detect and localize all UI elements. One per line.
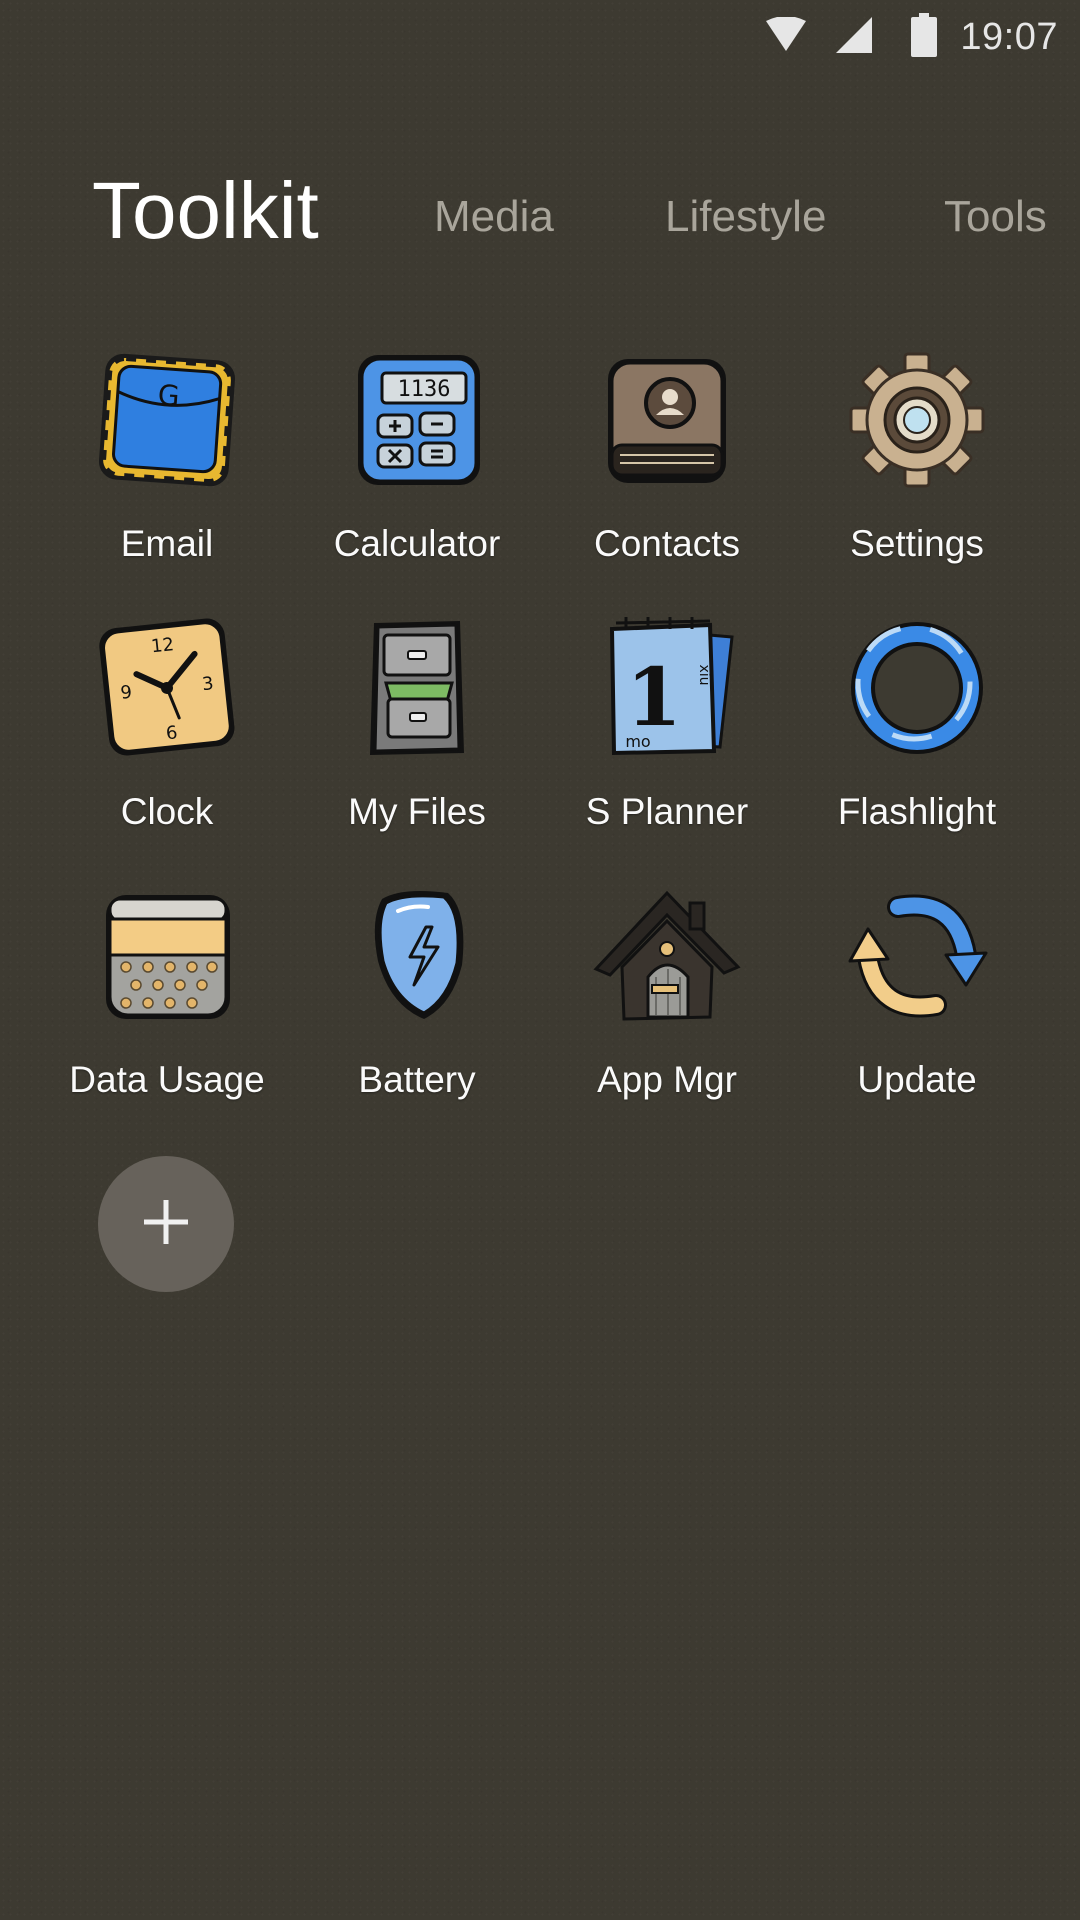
app-label: My Files <box>348 791 486 832</box>
app-label: Update <box>857 1059 977 1100</box>
app-label: App Mgr <box>597 1059 737 1100</box>
status-time: 19:07 <box>960 16 1058 58</box>
calendar-icon: 1 mo xiu <box>592 613 742 763</box>
app-battery[interactable]: Battery <box>292 881 542 1149</box>
status-bar: 19:07 <box>0 0 1080 75</box>
email-icon: G <box>92 345 242 495</box>
app-label: Settings <box>850 523 984 564</box>
file-cabinet-icon <box>342 613 492 763</box>
signal-icon <box>834 15 874 60</box>
app-label: Data Usage <box>69 1059 265 1100</box>
battery-shield-icon <box>342 881 492 1031</box>
svg-text:3: 3 <box>201 673 215 695</box>
wifi-icon <box>764 16 808 58</box>
app-data-usage[interactable]: Data Usage <box>42 881 292 1149</box>
app-my-files[interactable]: My Files <box>292 613 542 881</box>
plus-icon <box>140 1196 192 1253</box>
settings-gear-icon <box>842 345 992 495</box>
app-settings[interactable]: Settings <box>792 345 1042 613</box>
house-icon <box>592 881 742 1031</box>
tab-toolkit[interactable]: Toolkit <box>92 165 319 257</box>
contacts-icon <box>592 345 742 495</box>
app-label: Battery <box>358 1059 476 1100</box>
refresh-arrows-icon <box>842 881 992 1031</box>
category-tabs: Toolkit Media Lifestyle Tools <box>0 160 1080 255</box>
app-label: Flashlight <box>837 791 997 832</box>
tab-tools[interactable]: Tools <box>944 192 1047 242</box>
app-app-mgr[interactable]: App Mgr <box>542 881 792 1149</box>
app-label: Contacts <box>593 523 740 564</box>
app-clock[interactable]: 12 3 6 9 Clock <box>42 613 292 881</box>
tab-media[interactable]: Media <box>434 192 554 242</box>
app-update[interactable]: Update <box>792 881 1042 1149</box>
svg-text:12: 12 <box>150 634 175 657</box>
svg-text:G: G <box>157 378 181 412</box>
app-label: S Planner <box>585 791 749 832</box>
tab-lifestyle[interactable]: Lifestyle <box>665 192 826 242</box>
svg-text:9: 9 <box>119 682 133 704</box>
app-contacts[interactable]: Contacts <box>542 345 792 613</box>
svg-text:xiu: xiu <box>696 664 712 685</box>
svg-text:6: 6 <box>165 722 179 744</box>
svg-text:1136: 1136 <box>398 377 451 402</box>
flashlight-ring-icon <box>842 613 992 763</box>
svg-text:1: 1 <box>626 650 682 744</box>
app-s-planner[interactable]: 1 mo xiu S Planner <box>542 613 792 881</box>
app-email[interactable]: G Email <box>42 345 292 613</box>
clock-icon: 12 3 6 9 <box>92 613 242 763</box>
app-label: Email <box>120 523 214 564</box>
app-label: Calculator <box>333 523 501 564</box>
svg-text:mo: mo <box>625 732 650 751</box>
battery-icon <box>910 13 938 62</box>
add-app-button[interactable] <box>98 1156 234 1292</box>
app-label: Clock <box>120 791 214 832</box>
app-calculator[interactable]: 1136 Calculator <box>292 345 542 613</box>
calculator-icon: 1136 <box>342 345 492 495</box>
data-usage-icon <box>92 881 242 1031</box>
app-flashlight[interactable]: Flashlight <box>792 613 1042 881</box>
